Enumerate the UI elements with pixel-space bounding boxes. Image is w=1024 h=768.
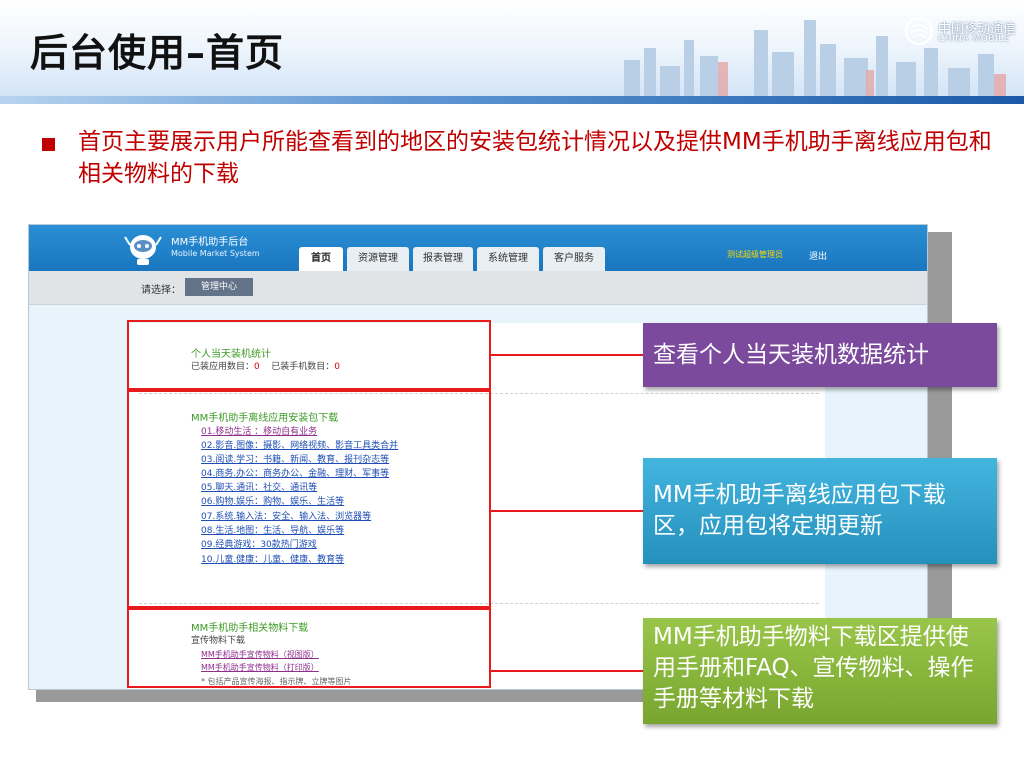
materials-connector-line	[491, 670, 643, 672]
admin-user-link[interactable]: 测试超级管理员	[727, 249, 783, 260]
header-accent-line	[0, 96, 1024, 104]
materials-callout: MM手机助手物料下载区提供使用手册和FAQ、宣传物料、操作手册等材料下载	[643, 618, 997, 724]
bullet-text: 首页主要展示用户所能查看到的地区的安装包统计情况以及提供MM手机助手离线应用包和…	[78, 129, 992, 187]
slide-header-band: 后台使用–首页 中国移动通信 CHINA MOBILE	[0, 0, 1024, 104]
tab-report-management[interactable]: 报表管理	[413, 247, 473, 271]
stats-callout: 查看个人当天装机数据统计	[643, 323, 997, 387]
logo-text-en: CHINA MOBILE	[938, 34, 1010, 44]
china-mobile-logo-icon	[904, 16, 934, 46]
tab-home[interactable]: 首页	[299, 247, 343, 271]
slide-title: 后台使用–首页	[30, 31, 285, 75]
logout-link[interactable]: 退出	[809, 249, 827, 262]
app-name: MM手机助手后台	[171, 237, 249, 248]
select-label: 请选择：	[141, 285, 181, 296]
stats-highlight-box	[127, 320, 491, 390]
tab-customer-service[interactable]: 客户服务	[543, 247, 605, 271]
china-mobile-logo: 中国移动通信 CHINA MOBILE	[904, 16, 1016, 50]
offline-connector-line	[491, 510, 643, 512]
materials-highlight-box	[127, 608, 491, 688]
app-subtitle: Mobile Market System	[171, 249, 260, 258]
robot-mascot-icon	[124, 235, 162, 265]
stats-connector-line	[491, 354, 643, 356]
management-center-button[interactable]: 管理中心	[185, 278, 253, 296]
offline-highlight-box	[127, 390, 491, 608]
offline-callout: MM手机助手离线应用包下载区，应用包将定期更新	[643, 458, 997, 564]
selector-bar: 请选择： 管理中心	[29, 271, 927, 305]
app-header: MM手机助手后台 Mobile Market System 首页 资源管理 报表…	[29, 225, 927, 271]
tab-resource-management[interactable]: 资源管理	[347, 247, 409, 271]
bullet-marker	[42, 138, 55, 151]
tab-system-management[interactable]: 系统管理	[477, 247, 539, 271]
